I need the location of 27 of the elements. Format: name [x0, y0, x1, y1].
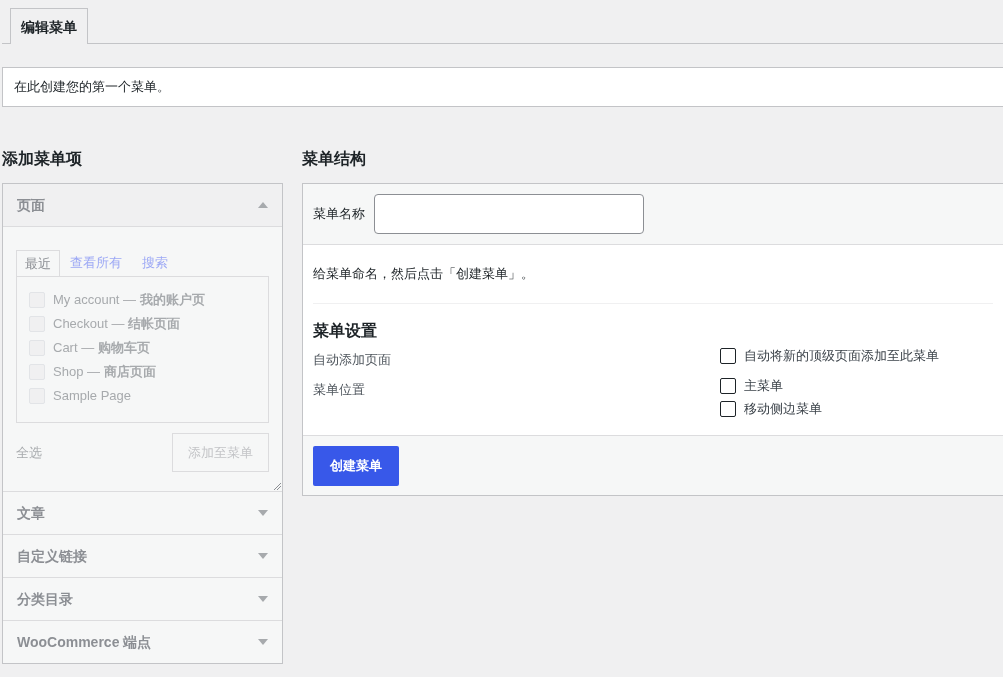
option-label: 自动将新的顶级页面添加至此菜单 — [744, 346, 939, 365]
settings-heading: 菜单设置 — [313, 321, 378, 341]
tab[interactable]: 编辑菜单 — [10, 8, 88, 44]
checkbox[interactable] — [720, 347, 736, 364]
section-heading: 添加菜单项 — [2, 149, 83, 169]
hint-text: 给菜单命名，然后点击「创建菜单」。 — [313, 265, 534, 284]
option-label: 主菜单 — [744, 376, 783, 395]
field-label: 菜单名称 — [313, 205, 365, 224]
item-label: Sample Page — [53, 387, 132, 406]
checkbox[interactable] — [720, 377, 736, 394]
section-title: 自定义链接 — [17, 546, 87, 566]
item-label: My account — 我的账户页 — [53, 291, 205, 310]
notice-text: 在此创建您的第一个菜单。 — [14, 78, 170, 97]
section-title: WooCommerce 端点 — [17, 632, 152, 652]
section-title: 页面 — [17, 195, 45, 215]
setting-label: 菜单位置 — [313, 382, 365, 397]
section-heading: 菜单结构 — [302, 149, 367, 169]
setting-label: 自动添加页面 — [313, 352, 391, 367]
checkbox[interactable] — [720, 400, 736, 417]
item-label: Shop — 商店页面 — [53, 363, 156, 382]
menu-name-field[interactable] — [374, 194, 644, 234]
create-menu-button[interactable]: 创建菜单 — [313, 445, 399, 486]
item-label: Checkout — 结帐页面 — [53, 315, 181, 334]
section-title: 文章 — [17, 503, 45, 523]
section-title: 分类目录 — [17, 589, 73, 609]
item-label: Cart — 购物车页 — [53, 339, 150, 358]
option-label: 移动侧边菜单 — [744, 399, 822, 418]
